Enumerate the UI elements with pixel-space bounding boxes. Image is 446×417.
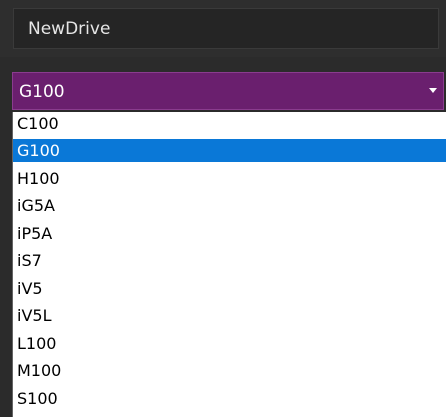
name-field[interactable]: NewDrive — [13, 8, 439, 49]
dropdown-option-c100[interactable]: C100 — [13, 112, 446, 135]
dropdown-option-iv5l[interactable]: iV5L — [13, 304, 446, 327]
drive-type-combobox[interactable]: G100 — [12, 72, 444, 110]
name-field-value: NewDrive — [28, 19, 111, 39]
dropdown-option-ig5a[interactable]: iG5A — [13, 194, 446, 217]
dropdown-option-m100[interactable]: M100 — [13, 359, 446, 382]
dropdown-option-s100[interactable]: S100 — [13, 387, 446, 410]
dropdown-option-iv5[interactable]: iV5 — [13, 277, 446, 300]
dropdown-option-l100[interactable]: L100 — [13, 332, 446, 355]
header-bar: NewDrive — [0, 0, 446, 57]
dropdown-option-h100[interactable]: H100 — [13, 167, 446, 190]
combobox-selected-value: G100 — [19, 82, 65, 102]
dropdown-option-is7[interactable]: iS7 — [13, 249, 446, 272]
dropdown-option-g100[interactable]: G100 — [13, 139, 446, 162]
dropdown-list: C100 G100 H100 iG5A iP5A iS7 iV5 iV5L L1… — [12, 112, 446, 417]
chevron-down-icon[interactable] — [429, 88, 437, 93]
dropdown-option-ip5a[interactable]: iP5A — [13, 222, 446, 245]
